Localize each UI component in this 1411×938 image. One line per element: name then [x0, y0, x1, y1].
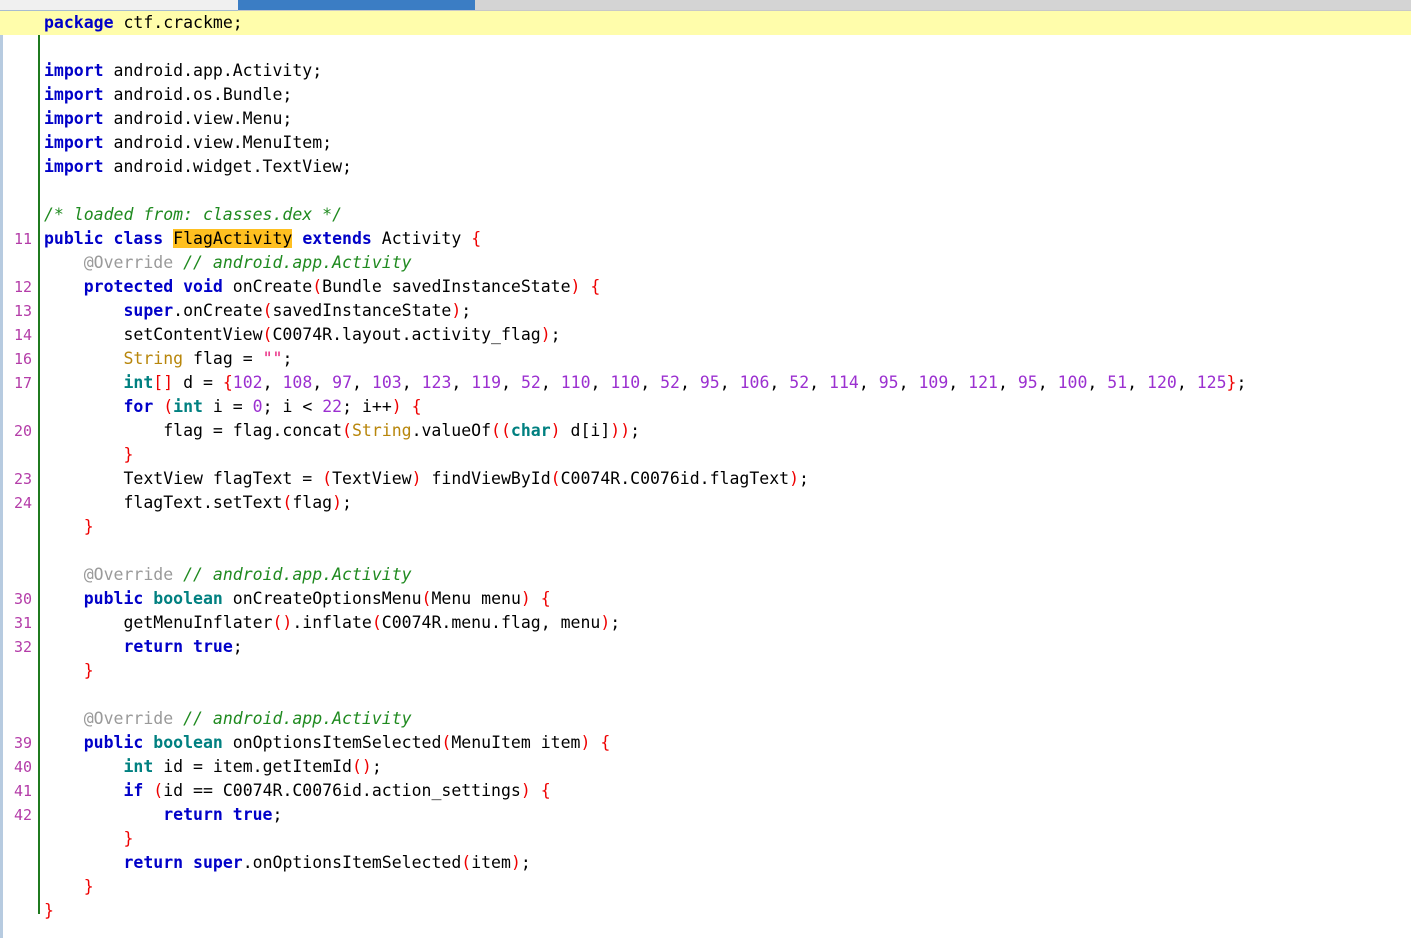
- code-line-text[interactable]: }: [44, 899, 54, 923]
- code-line-text[interactable]: flag = flag.concat(String.valueOf((char)…: [44, 419, 640, 443]
- code-line-text[interactable]: return true;: [44, 635, 243, 659]
- code-line-text[interactable]: import android.view.MenuItem;: [44, 131, 332, 155]
- line-number: 41: [0, 779, 32, 803]
- code-line-text[interactable]: @Override // android.app.Activity: [44, 251, 412, 275]
- code-line[interactable]: }: [0, 659, 1411, 683]
- code-line-text[interactable]: if (id == C0074R.C0076id.action_settings…: [44, 779, 551, 803]
- code-line-text[interactable]: setContentView(C0074R.layout.activity_fl…: [44, 323, 561, 347]
- code-editor[interactable]: package ctf.crackme; import android.app.A…: [0, 11, 1411, 938]
- code-line[interactable]: for (int i = 0; i < 22; i++) {: [0, 395, 1411, 419]
- code-line[interactable]: }: [0, 875, 1411, 899]
- code-line-text[interactable]: String flag = "";: [44, 347, 292, 371]
- code-line[interactable]: }: [0, 515, 1411, 539]
- code-line[interactable]: @Override // android.app.Activity: [0, 707, 1411, 731]
- code-line[interactable]: import android.app.Activity;: [0, 59, 1411, 83]
- code-line-text[interactable]: @Override // android.app.Activity: [44, 563, 412, 587]
- line-number: 20: [0, 419, 32, 443]
- scrollbar-track-right[interactable]: [475, 0, 1411, 10]
- scrollbar-thumb[interactable]: [238, 0, 475, 10]
- code-line[interactable]: 12 protected void onCreate(Bundle savedI…: [0, 275, 1411, 299]
- line-number: 42: [0, 803, 32, 827]
- code-line-text[interactable]: getMenuInflater().inflate(C0074R.menu.fl…: [44, 611, 620, 635]
- code-line-text[interactable]: TextView flagText = (TextView) findViewB…: [44, 467, 809, 491]
- line-number: 12: [0, 275, 32, 299]
- code-line[interactable]: 13 super.onCreate(savedInstanceState);: [0, 299, 1411, 323]
- code-line[interactable]: import android.widget.TextView;: [0, 155, 1411, 179]
- horizontal-scrollbar[interactable]: [0, 0, 1411, 11]
- code-line-text[interactable]: }: [44, 443, 133, 467]
- code-line-text[interactable]: return true;: [44, 803, 282, 827]
- code-line[interactable]: /* loaded from: classes.dex */: [0, 203, 1411, 227]
- code-line-text[interactable]: import android.view.Menu;: [44, 107, 292, 131]
- code-line-text[interactable]: package ctf.crackme;: [44, 11, 243, 35]
- code-line[interactable]: 17 int[] d = {102, 108, 97, 103, 123, 11…: [0, 371, 1411, 395]
- line-number: 14: [0, 323, 32, 347]
- code-line-text[interactable]: protected void onCreate(Bundle savedInst…: [44, 275, 600, 299]
- line-number: 11: [0, 227, 32, 251]
- code-line[interactable]: 32 return true;: [0, 635, 1411, 659]
- code-line[interactable]: import android.os.Bundle;: [0, 83, 1411, 107]
- code-lines-container[interactable]: package ctf.crackme; import android.app.A…: [0, 11, 1411, 923]
- code-line-text[interactable]: public class FlagActivity extends Activi…: [44, 227, 481, 251]
- code-line[interactable]: package ctf.crackme;: [0, 11, 1411, 35]
- code-line[interactable]: import android.view.Menu;: [0, 107, 1411, 131]
- line-number: 23: [0, 467, 32, 491]
- line-number: 32: [0, 635, 32, 659]
- code-line[interactable]: }: [0, 827, 1411, 851]
- code-line[interactable]: 20 flag = flag.concat(String.valueOf((ch…: [0, 419, 1411, 443]
- code-line[interactable]: }: [0, 899, 1411, 923]
- line-number: 16: [0, 347, 32, 371]
- code-line-text[interactable]: }: [44, 515, 94, 539]
- code-line[interactable]: 23 TextView flagText = (TextView) findVi…: [0, 467, 1411, 491]
- code-line-text[interactable]: }: [44, 827, 133, 851]
- code-line-text[interactable]: flagText.setText(flag);: [44, 491, 352, 515]
- line-number: 39: [0, 731, 32, 755]
- code-line[interactable]: 39 public boolean onOptionsItemSelected(…: [0, 731, 1411, 755]
- code-line-text[interactable]: int id = item.getItemId();: [44, 755, 382, 779]
- code-line-text[interactable]: }: [44, 659, 94, 683]
- code-line-text[interactable]: for (int i = 0; i < 22; i++) {: [44, 395, 422, 419]
- code-line-text[interactable]: }: [44, 875, 94, 899]
- line-number: 24: [0, 491, 32, 515]
- line-number: 40: [0, 755, 32, 779]
- line-number: 31: [0, 611, 32, 635]
- code-line-text[interactable]: public boolean onOptionsItemSelected(Men…: [44, 731, 610, 755]
- code-line[interactable]: @Override // android.app.Activity: [0, 563, 1411, 587]
- code-line[interactable]: 30 public boolean onCreateOptionsMenu(Me…: [0, 587, 1411, 611]
- line-number: 13: [0, 299, 32, 323]
- line-number: 17: [0, 371, 32, 395]
- code-line-text[interactable]: @Override // android.app.Activity: [44, 707, 412, 731]
- code-line-text[interactable]: /* loaded from: classes.dex */: [44, 203, 342, 227]
- line-number: 30: [0, 587, 32, 611]
- code-line-text[interactable]: int[] d = {102, 108, 97, 103, 123, 119, …: [44, 371, 1246, 395]
- code-line[interactable]: 24 flagText.setText(flag);: [0, 491, 1411, 515]
- code-line[interactable]: 40 int id = item.getItemId();: [0, 755, 1411, 779]
- code-line[interactable]: 41 if (id == C0074R.C0076id.action_setti…: [0, 779, 1411, 803]
- code-line[interactable]: [0, 539, 1411, 563]
- code-line[interactable]: @Override // android.app.Activity: [0, 251, 1411, 275]
- code-line[interactable]: [0, 683, 1411, 707]
- code-line-text[interactable]: public boolean onCreateOptionsMenu(Menu …: [44, 587, 551, 611]
- code-line[interactable]: 11 public class FlagActivity extends Acti…: [0, 227, 1411, 251]
- code-line-text[interactable]: import android.widget.TextView;: [44, 155, 352, 179]
- code-line[interactable]: 31 getMenuInflater().inflate(C0074R.menu…: [0, 611, 1411, 635]
- code-line[interactable]: [0, 179, 1411, 203]
- code-line[interactable]: 14 setContentView(C0074R.layout.activity…: [0, 323, 1411, 347]
- code-line[interactable]: 16 String flag = "";: [0, 347, 1411, 371]
- code-line[interactable]: import android.view.MenuItem;: [0, 131, 1411, 155]
- code-line-text[interactable]: return super.onOptionsItemSelected(item)…: [44, 851, 531, 875]
- code-line[interactable]: [0, 35, 1411, 59]
- code-line[interactable]: return super.onOptionsItemSelected(item)…: [0, 851, 1411, 875]
- code-line[interactable]: 42 return true;: [0, 803, 1411, 827]
- code-line-text[interactable]: import android.app.Activity;: [44, 59, 322, 83]
- code-line-text[interactable]: import android.os.Bundle;: [44, 83, 292, 107]
- code-line[interactable]: }: [0, 443, 1411, 467]
- code-line-text[interactable]: super.onCreate(savedInstanceState);: [44, 299, 471, 323]
